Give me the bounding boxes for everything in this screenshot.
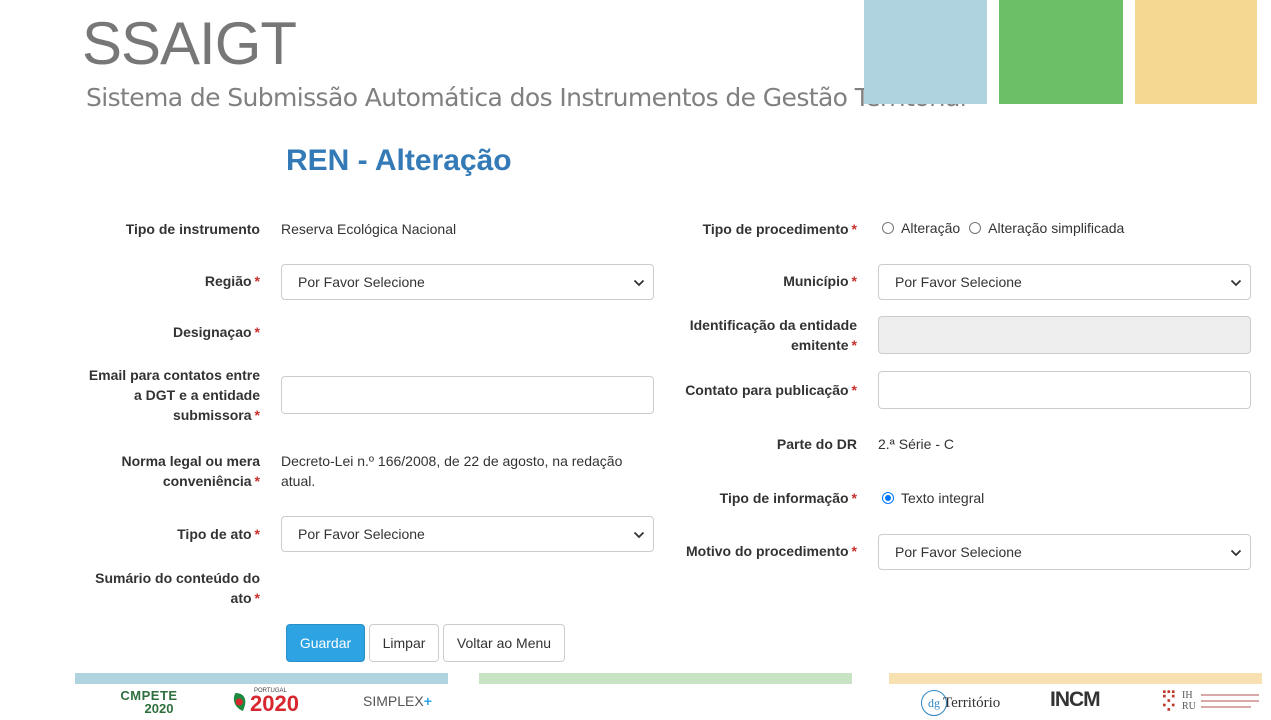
parte-dr-value: 2.ª Série - C [878,436,954,452]
motivo-label: Motivo do procedimento * [685,543,857,559]
radio-alteracao[interactable] [882,222,894,234]
email-label: Email para contatos entre a DGT e a enti… [88,367,260,423]
radio-alteracao-simplificada[interactable] [969,222,982,234]
ihru-grid-icon [1163,690,1175,711]
radio-texto-integral-label[interactable]: Texto integral [901,490,984,506]
sumario-label: Sumário do conteúdo do ato * [95,570,260,606]
tipo-informacao-radios: Texto integral [882,490,984,506]
tipo-procedimento-label: Tipo de procedimento * [702,221,857,237]
regiao-select-value: Por Favor Selecione [298,274,425,290]
municipio-select-value: Por Favor Selecione [895,274,1022,290]
chevron-down-icon [1230,279,1242,287]
tipo-instrumento-label: Tipo de instrumento [125,221,260,237]
parte-dr-label: Parte do DR [776,436,857,452]
contato-input[interactable] [878,371,1251,409]
header-color-block-yellow [1135,0,1257,104]
tipo-ato-select[interactable]: Por Favor Selecione [281,516,654,552]
simplex-logo: SIMPLEX+ [363,693,432,709]
entidade-input [878,316,1251,354]
motivo-select-value: Por Favor Selecione [895,544,1022,560]
limpar-button[interactable]: Limpar [369,624,439,662]
chevron-down-icon [1230,549,1242,557]
chevron-down-icon [633,531,645,539]
compete-2020-logo: CMPETE 2020 [120,688,178,716]
voltar-menu-button[interactable]: Voltar ao Menu [443,624,565,662]
contato-label: Contato para publicação * [685,382,857,398]
norma-value: Decreto-Lei n.º 166/2008, de 22 de agost… [281,453,623,489]
radio-alteracao-simplificada-label[interactable]: Alteração simplificada [988,220,1124,236]
motivo-select[interactable]: Por Favor Selecione [878,534,1251,570]
page-title: REN - Alteração [286,144,512,177]
regiao-select[interactable]: Por Favor Selecione [281,264,654,300]
designacao-label: Designaçao * [172,324,260,340]
tipo-ato-select-value: Por Favor Selecione [298,526,425,542]
radio-alteracao-label[interactable]: Alteração [901,220,960,236]
tipo-informacao-label: Tipo de informação * [719,490,857,506]
tipo-procedimento-radios: Alteração Alteração simplificada [882,220,1124,236]
chevron-down-icon [633,279,645,287]
app-subtitle: Sistema de Submissão Automática dos Inst… [86,83,967,112]
header-color-block-green [999,0,1123,104]
municipio-label: Município * [783,273,857,289]
dgterritorio-logo: dg Território [921,689,1000,717]
entidade-label: Identificação da entidade emitente * [689,317,857,353]
email-input[interactable] [281,376,654,414]
app-logo: SSAIGT [82,10,297,77]
norma-label: Norma legal ou mera conveniência * [121,453,261,489]
incm-logo: INCM [1050,688,1101,711]
regiao-label: Região * [204,273,260,289]
footer-bar-blue [75,673,448,684]
municipio-select[interactable]: Por Favor Selecione [878,264,1251,300]
tipo-ato-label: Tipo de ato * [177,526,260,542]
guardar-button[interactable]: Guardar [286,624,365,662]
footer-bar-yellow [889,673,1262,684]
portugal-2020-logo: PORTUGAL 2020 [232,688,314,716]
portugal-flag-icon [233,693,246,711]
header-color-block-blue [864,0,987,104]
radio-texto-integral[interactable] [882,492,894,504]
tipo-instrumento-value: Reserva Ecológica Nacional [281,221,457,237]
footer-bar-green [479,673,852,684]
ihru-logo: IHRU [1163,688,1261,716]
